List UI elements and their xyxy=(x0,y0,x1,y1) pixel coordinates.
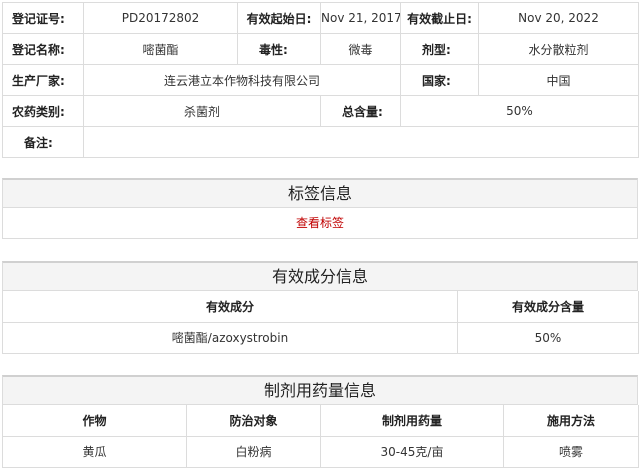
registration-table: 登记证号: PD20172802 有效起始日: Nov 21, 2017 有效截… xyxy=(2,2,639,158)
registration-row: 登记名称: 嘧菌酯 毒性: 微毒 剂型: 水分散粒剂 xyxy=(2,33,639,65)
form-value: 水分散粒剂 xyxy=(478,33,639,65)
ingredients-section-title: 有效成分信息 xyxy=(2,261,638,291)
form-label: 剂型: xyxy=(400,33,479,65)
table-row: 嘧菌酯/azoxystrobin 50% xyxy=(2,321,639,354)
dosage-header-row: 作物 防治对象 制剂用药量 施用方法 xyxy=(2,405,639,437)
notes-label: 备注: xyxy=(2,126,84,158)
category-label: 农药类别: xyxy=(2,95,84,127)
label-section-title: 标签信息 xyxy=(2,178,638,208)
valid-start-value: Nov 21, 2017 xyxy=(320,2,401,34)
ingredient-content-header: 有效成分含量 xyxy=(457,291,639,323)
reg-no-label: 登记证号: xyxy=(2,2,84,34)
toxicity-label: 毒性: xyxy=(237,33,321,65)
valid-end-value: Nov 20, 2022 xyxy=(478,2,639,34)
manufacturer-value: 连云港立本作物科技有限公司 xyxy=(83,64,401,96)
ingredient-header: 有效成分 xyxy=(2,291,458,323)
valid-end-label: 有效截止日: xyxy=(400,2,479,34)
ingredients-table: 有效成分 有效成分含量 嘧菌酯/azoxystrobin 50% xyxy=(2,291,639,354)
dosage-header: 制剂用药量 xyxy=(320,405,504,437)
manufacturer-label: 生产厂家: xyxy=(2,64,84,96)
reg-no-value: PD20172802 xyxy=(83,2,238,34)
country-label: 国家: xyxy=(400,64,479,96)
valid-start-label: 有效起始日: xyxy=(237,2,321,34)
toxicity-value: 微毒 xyxy=(320,33,401,65)
country-value: 中国 xyxy=(478,64,639,96)
target-header: 防治对象 xyxy=(186,405,321,437)
total-label: 总含量: xyxy=(320,95,401,127)
ingredients-header-row: 有效成分 有效成分含量 xyxy=(2,291,639,323)
registration-row: 农药类别: 杀菌剂 总含量: 50% xyxy=(2,95,639,127)
name-label: 登记名称: xyxy=(2,33,84,65)
dosage-table: 作物 防治对象 制剂用药量 施用方法 黄瓜 白粉病 30-45克/亩 喷雾 xyxy=(2,405,639,468)
ingredient-content-cell: 50% xyxy=(457,321,639,354)
ingredient-cell: 嘧菌酯/azoxystrobin xyxy=(2,321,458,354)
label-section: 标签信息 查看标签 xyxy=(2,178,638,239)
dosage-section-title: 制剂用药量信息 xyxy=(2,375,638,405)
registration-row: 备注: xyxy=(2,126,639,158)
notes-value xyxy=(83,126,639,158)
crop-cell: 黄瓜 xyxy=(2,435,187,468)
total-value: 50% xyxy=(400,95,639,127)
name-value: 嘧菌酯 xyxy=(83,33,238,65)
registration-row: 生产厂家: 连云港立本作物科技有限公司 国家: 中国 xyxy=(2,64,639,96)
crop-header: 作物 xyxy=(2,405,187,437)
method-header: 施用方法 xyxy=(503,405,639,437)
dosage-section: 制剂用药量信息 作物 防治对象 制剂用药量 施用方法 黄瓜 白粉病 30-45克… xyxy=(2,375,639,468)
table-row: 黄瓜 白粉病 30-45克/亩 喷雾 xyxy=(2,435,639,468)
view-label-link[interactable]: 查看标签 xyxy=(296,216,344,230)
dosage-cell: 30-45克/亩 xyxy=(320,435,504,468)
target-cell: 白粉病 xyxy=(186,435,321,468)
method-cell: 喷雾 xyxy=(503,435,639,468)
registration-row: 登记证号: PD20172802 有效起始日: Nov 21, 2017 有效截… xyxy=(2,2,639,34)
label-section-body: 查看标签 xyxy=(2,208,638,239)
ingredients-section: 有效成分信息 有效成分 有效成分含量 嘧菌酯/azoxystrobin 50% xyxy=(2,261,639,354)
category-value: 杀菌剂 xyxy=(83,95,321,127)
